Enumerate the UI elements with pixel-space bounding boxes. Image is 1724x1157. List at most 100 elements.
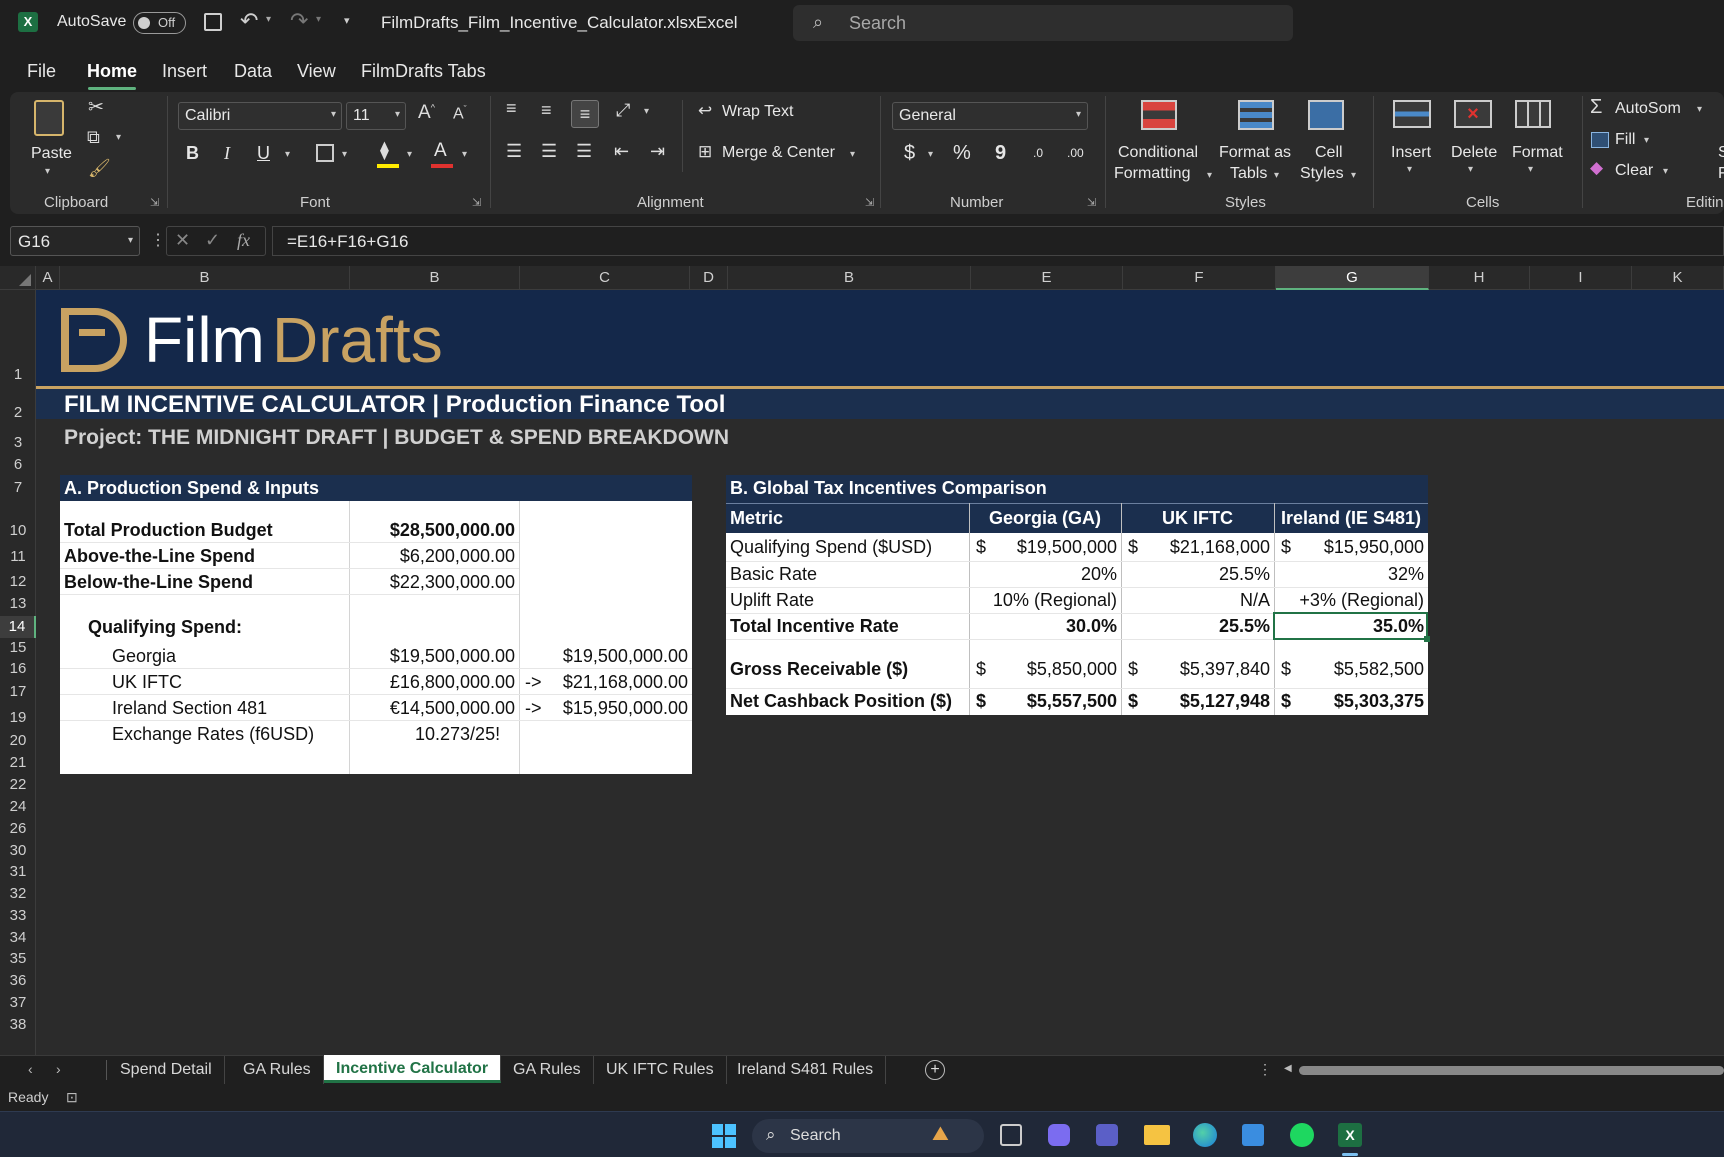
orientation-dropdown-icon[interactable]: ▾ (644, 106, 649, 117)
column-header[interactable]: E (971, 266, 1123, 290)
row-header[interactable]: 34 (0, 929, 36, 946)
font-color-dropdown-icon[interactable]: ▾ (462, 149, 467, 160)
increase-font-icon[interactable]: A^ (418, 102, 435, 124)
tab-spend-detail[interactable]: Spend Detail (108, 1056, 225, 1084)
row-header[interactable]: 24 (0, 798, 36, 815)
row-header[interactable]: 26 (0, 820, 36, 837)
column-header[interactable]: B (728, 266, 971, 290)
windows-start-icon[interactable] (712, 1124, 736, 1148)
column-header[interactable]: B (60, 266, 350, 290)
redo-dropdown-icon[interactable]: ▾ (316, 14, 321, 25)
uk-label[interactable]: UK IFTC (108, 669, 186, 695)
ur-ga[interactable]: 10% (Regional) (969, 587, 1121, 613)
task-view-icon[interactable] (1000, 1124, 1022, 1146)
tab-uk-iftc-rules[interactable]: UK IFTC Rules (594, 1056, 727, 1084)
tr-label[interactable]: Total Incentive Rate (726, 613, 903, 639)
uk-usd[interactable]: $21,168,000.00 (544, 669, 692, 695)
wrap-text-icon[interactable]: ↩ (698, 101, 712, 121)
menu-data[interactable]: Data (234, 61, 272, 82)
select-all-corner[interactable] (0, 266, 36, 290)
scroll-left-icon[interactable]: ‹ (28, 1061, 33, 1077)
fill-dropdown-icon[interactable]: ▾ (1644, 135, 1649, 146)
menu-view[interactable]: View (297, 61, 336, 82)
column-header-selected[interactable]: G (1276, 266, 1429, 290)
georgia-label[interactable]: Georgia (108, 643, 180, 669)
alignment-launcher-icon[interactable]: ⇲ (865, 196, 874, 209)
row-header[interactable]: 21 (0, 754, 36, 771)
row-header[interactable]: 7 (0, 479, 36, 496)
nc-ga[interactable]: $5,557,500 (988, 688, 1121, 714)
row-header[interactable]: 17 (0, 683, 36, 700)
more-icon[interactable]: ⋮ (150, 230, 166, 250)
underline-button[interactable]: U (257, 143, 270, 164)
delete-cells-label[interactable]: Delete (1451, 144, 1497, 162)
btl-value[interactable]: $22,300,000.00 (349, 569, 519, 595)
cell-styles-label-2[interactable]: Styles (1300, 165, 1344, 183)
undo-icon[interactable]: ↶ (240, 8, 258, 34)
row-header[interactable]: 19 (0, 709, 36, 726)
delete-dropdown-icon[interactable]: ▾ (1468, 164, 1473, 175)
autosum-icon[interactable]: Σ (1590, 96, 1602, 119)
cell-styles-label-1[interactable]: Cell (1315, 144, 1343, 162)
autosave-toggle[interactable]: Off (133, 12, 186, 34)
customize-toolbar-icon[interactable]: ▾ (344, 14, 350, 27)
clear-button[interactable]: Clear (1615, 162, 1653, 180)
format-as-table-label-2[interactable]: Tabls (1230, 165, 1267, 183)
format-dropdown-icon[interactable]: ▾ (1528, 164, 1533, 175)
merge-center-icon[interactable]: ⊞ (698, 142, 712, 162)
merge-center-button[interactable]: Merge & Center (722, 144, 835, 162)
horizontal-scrollbar[interactable] (1299, 1066, 1724, 1075)
gr-label[interactable]: Gross Receivable ($) (726, 656, 912, 682)
menu-file[interactable]: File (27, 61, 56, 82)
insert-dropdown-icon[interactable]: ▾ (1407, 164, 1412, 175)
decrease-indent-icon[interactable]: ⇤ (614, 141, 629, 162)
conditional-formatting-label-2[interactable]: Formatting (1114, 165, 1190, 183)
align-right-icon[interactable]: ☰ (576, 141, 592, 162)
tab-ireland-s481-rules[interactable]: Ireland S481 Rules (725, 1056, 887, 1084)
row-header[interactable]: 22 (0, 776, 36, 793)
spotify-icon[interactable] (1290, 1123, 1314, 1147)
column-header[interactable]: C (520, 266, 690, 290)
currency-button[interactable]: $ (904, 142, 915, 165)
row-header[interactable]: 3 (0, 434, 36, 451)
br-uk[interactable]: 25.5% (1121, 561, 1274, 587)
conditional-dropdown-icon[interactable]: ▾ (1207, 170, 1212, 181)
row-header[interactable]: 10 (0, 522, 36, 539)
nc-uk[interactable]: $5,127,948 (1140, 688, 1274, 714)
decrease-font-icon[interactable]: Aˇ (453, 104, 467, 123)
increase-decimal-button[interactable]: .0 (1033, 146, 1043, 160)
copy-icon[interactable]: ⧉ (87, 127, 100, 148)
row-header[interactable]: 38 (0, 1016, 36, 1033)
borders-icon[interactable] (316, 144, 334, 162)
format-as-table-label-1[interactable]: Format as (1219, 144, 1291, 162)
comma-button[interactable]: 9 (995, 142, 1006, 165)
font-launcher-icon[interactable]: ⇲ (472, 196, 481, 209)
insert-cells-icon[interactable] (1393, 100, 1431, 128)
georgia-usd[interactable]: $19,500,000.00 (519, 643, 692, 669)
insert-function-icon[interactable]: fx (237, 230, 250, 251)
row-header[interactable]: 6 (0, 456, 36, 473)
taskbar-search[interactable]: ⌕ Search ⛰ (752, 1119, 984, 1153)
autosum-dropdown-icon[interactable]: ▾ (1697, 104, 1702, 115)
atl-value[interactable]: $6,200,000.00 (349, 543, 519, 569)
column-header[interactable]: F (1123, 266, 1276, 290)
row-header-selected[interactable]: 14 (0, 616, 36, 638)
fx-value[interactable]: 10.273/25! (411, 721, 504, 747)
ur-label[interactable]: Uplift Rate (726, 587, 818, 613)
paste-icon[interactable] (34, 100, 64, 136)
scroll-right-icon[interactable]: › (56, 1061, 61, 1077)
row-header[interactable]: 32 (0, 885, 36, 902)
row-header[interactable]: 20 (0, 732, 36, 749)
paste-dropdown-icon[interactable]: ▾ (45, 166, 50, 177)
font-size-select[interactable]: 11 ▾ (346, 102, 406, 130)
gr-uk[interactable]: $5,397,840 (1140, 656, 1274, 682)
clear-icon[interactable]: ◆ (1590, 158, 1603, 178)
align-top-icon[interactable]: ≡ (506, 98, 517, 119)
italic-button[interactable]: I (224, 143, 230, 164)
row-header[interactable]: 16 (0, 660, 36, 677)
row-header[interactable]: 30 (0, 842, 36, 859)
row-header[interactable]: 31 (0, 863, 36, 880)
qs-label[interactable]: Qualifying Spend ($USD) (726, 534, 936, 560)
column-header[interactable]: B (350, 266, 520, 290)
fill-color-icon[interactable]: ⧫ (380, 140, 389, 161)
